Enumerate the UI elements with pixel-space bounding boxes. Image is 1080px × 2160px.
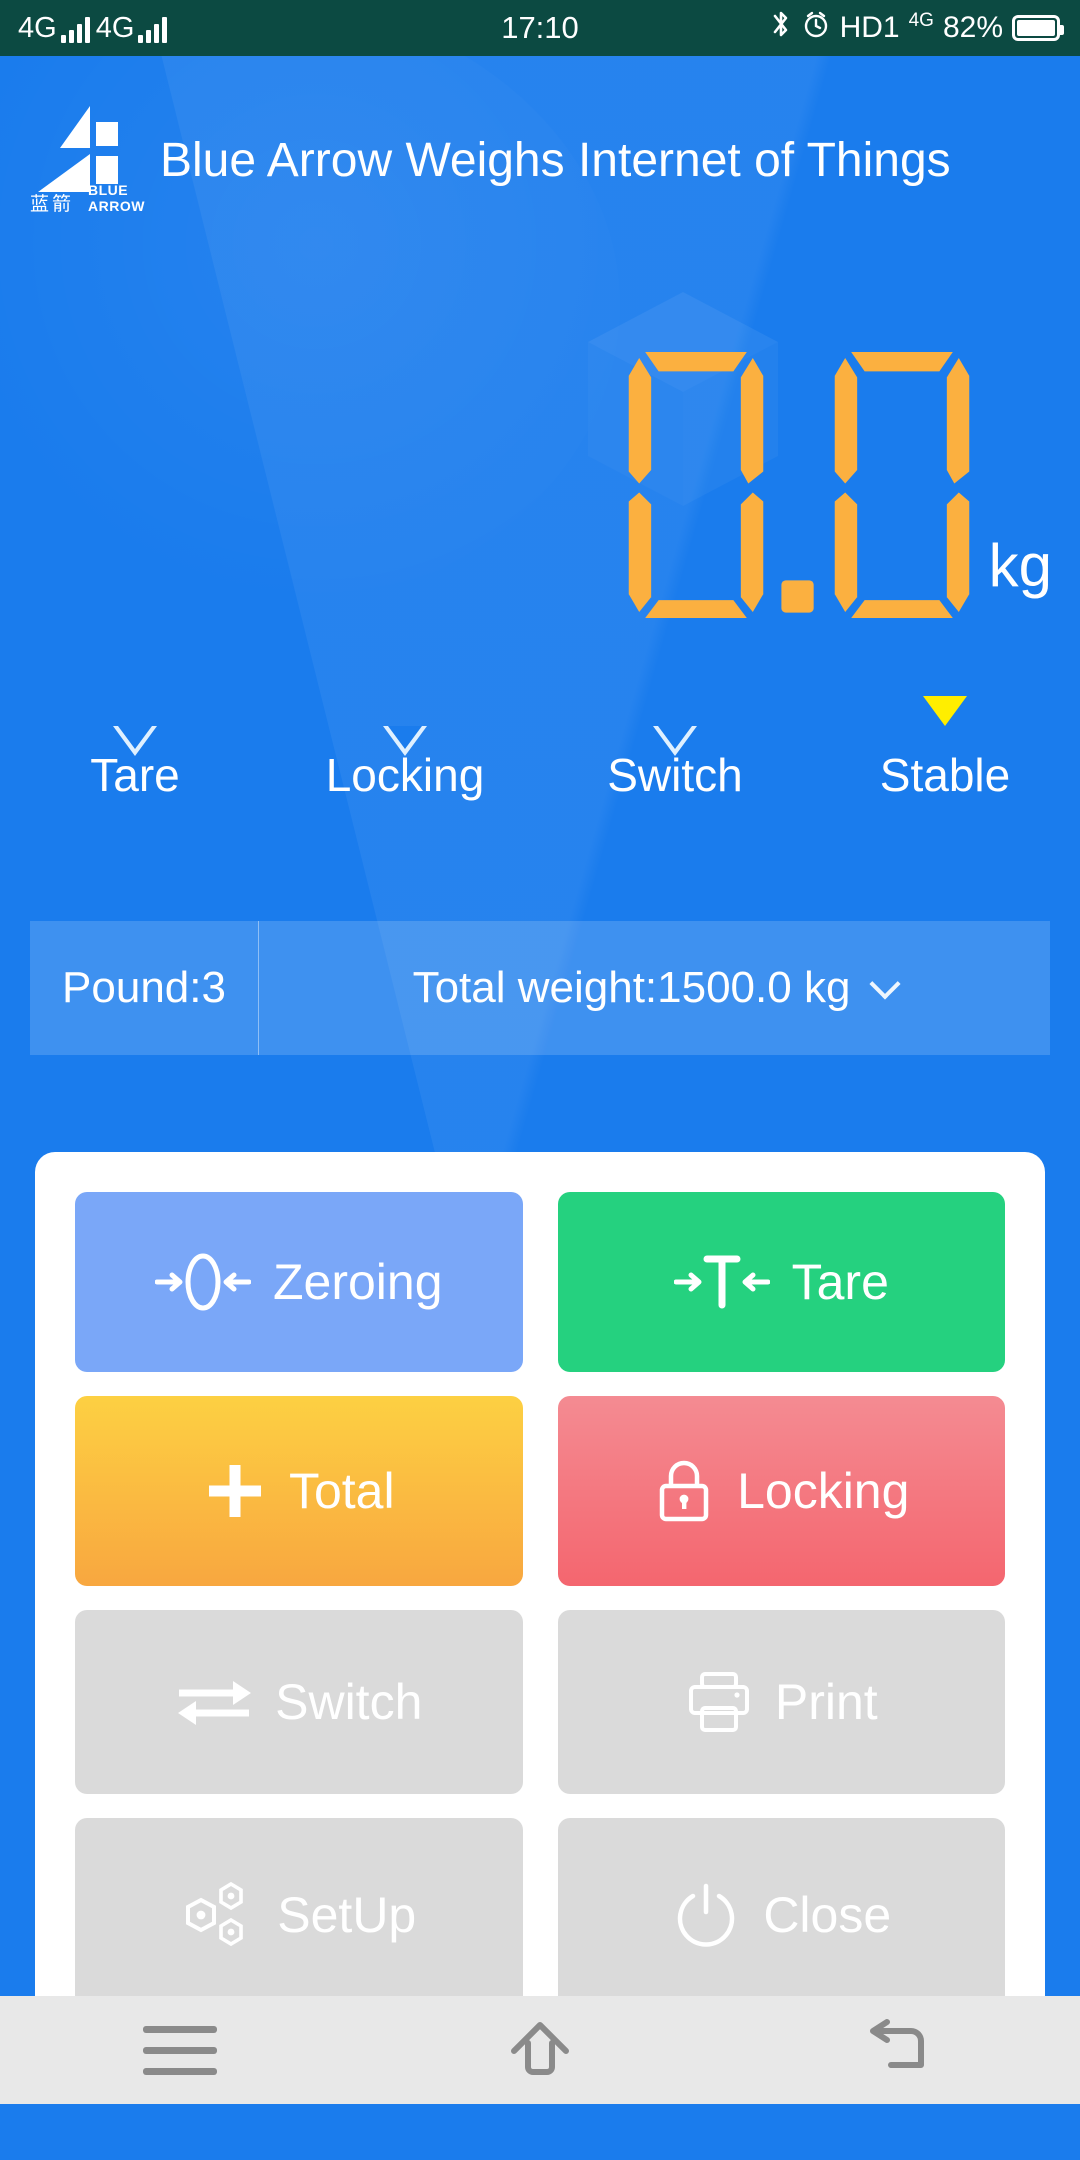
button-label: Locking bbox=[737, 1463, 910, 1519]
weight-display: kg bbox=[0, 304, 1080, 624]
indicator-triangle-icon bbox=[113, 696, 157, 756]
home-icon bbox=[502, 2017, 578, 2084]
chevron-down-icon[interactable] bbox=[869, 968, 901, 1000]
button-label: Total bbox=[288, 1463, 395, 1519]
hex-gears-icon bbox=[181, 1878, 255, 1952]
indicator-stable: Stable bbox=[810, 696, 1080, 802]
indicator-label: Switch bbox=[607, 749, 743, 801]
weight-decimal-point bbox=[781, 580, 814, 613]
button-label: Close bbox=[763, 1887, 892, 1943]
lock-icon bbox=[653, 1456, 715, 1526]
switch-button[interactable]: Switch bbox=[75, 1610, 523, 1794]
button-label: Print bbox=[774, 1674, 878, 1730]
menu-icon bbox=[143, 2025, 217, 2075]
tare-arrows-icon bbox=[673, 1252, 770, 1312]
nav-home-button[interactable] bbox=[360, 2017, 720, 2084]
zeroing-arrows-icon bbox=[154, 1252, 251, 1312]
indicator-triangle-icon bbox=[653, 696, 697, 756]
nav-menu-button[interactable] bbox=[0, 2025, 360, 2075]
indicator-triangle-icon bbox=[383, 696, 427, 756]
weight-digits bbox=[621, 346, 977, 624]
button-label: Switch bbox=[275, 1674, 423, 1730]
total-button[interactable]: Total bbox=[75, 1396, 523, 1586]
tare-button[interactable]: Tare bbox=[557, 1192, 1005, 1372]
swap-arrows-icon bbox=[175, 1671, 253, 1733]
battery-icon bbox=[1012, 15, 1064, 41]
locking-button[interactable]: Locking bbox=[557, 1396, 1005, 1586]
logo-chinese-text: 蓝箭 bbox=[30, 194, 75, 215]
indicator-label: Locking bbox=[325, 749, 485, 801]
zeroing-button[interactable]: Zeroing bbox=[75, 1192, 523, 1372]
back-icon bbox=[865, 2017, 935, 2084]
seven-segment-digit-1 bbox=[628, 351, 763, 619]
status-bar: 4G 4G 17:10 HD1 4G 82% bbox=[0, 0, 1080, 56]
print-button[interactable]: Print bbox=[557, 1610, 1005, 1794]
app-screen: 蓝箭 BLUE ARROW Blue Arrow Weighs Internet… bbox=[0, 56, 1080, 2104]
indicator-row: Tare Locking Switch Stable bbox=[0, 696, 1080, 802]
app-header: 蓝箭 BLUE ARROW Blue Arrow Weighs Internet… bbox=[0, 100, 1080, 220]
plus-icon bbox=[203, 1459, 267, 1523]
button-label: Tare bbox=[791, 1254, 889, 1310]
indicator-label: Tare bbox=[90, 749, 180, 801]
total-weight-label: Total weight:1500.0 kg bbox=[412, 963, 851, 1012]
action-button-card: Zeroing Tare Total Locking Switch Print … bbox=[35, 1152, 1045, 2052]
indicator-triangle-active-icon bbox=[923, 696, 967, 726]
data-network-badge: 4G bbox=[908, 10, 934, 31]
logo-english-text: BLUE ARROW bbox=[88, 182, 145, 214]
seven-segment-digit-2 bbox=[834, 351, 969, 619]
action-button-grid: Zeroing Tare Total Locking Switch Print … bbox=[75, 1192, 1005, 2012]
weight-unit-label: kg bbox=[988, 532, 1052, 599]
button-label: Zeroing bbox=[272, 1254, 443, 1310]
indicator-locking: Locking bbox=[270, 696, 540, 802]
indicator-switch: Switch bbox=[540, 696, 810, 802]
printer-icon bbox=[685, 1670, 753, 1734]
close-button[interactable]: Close bbox=[557, 1818, 1005, 2012]
page-title: Blue Arrow Weighs Internet of Things bbox=[160, 133, 951, 187]
info-bar: Pound:3 Total weight:1500.0 kg bbox=[30, 921, 1050, 1055]
brand-logo: 蓝箭 BLUE ARROW bbox=[30, 104, 144, 216]
indicator-tare: Tare bbox=[0, 696, 270, 802]
pound-count: Pound:3 bbox=[62, 963, 226, 1012]
android-nav-bar bbox=[0, 1996, 1080, 2104]
power-icon bbox=[671, 1880, 741, 1950]
indicator-label: Stable bbox=[879, 749, 1011, 801]
setup-button[interactable]: SetUp bbox=[75, 1818, 523, 2012]
nav-back-button[interactable] bbox=[720, 2017, 1080, 2084]
total-weight-selector[interactable]: Total weight:1500.0 kg bbox=[259, 963, 1050, 1013]
button-label: SetUp bbox=[277, 1887, 417, 1943]
